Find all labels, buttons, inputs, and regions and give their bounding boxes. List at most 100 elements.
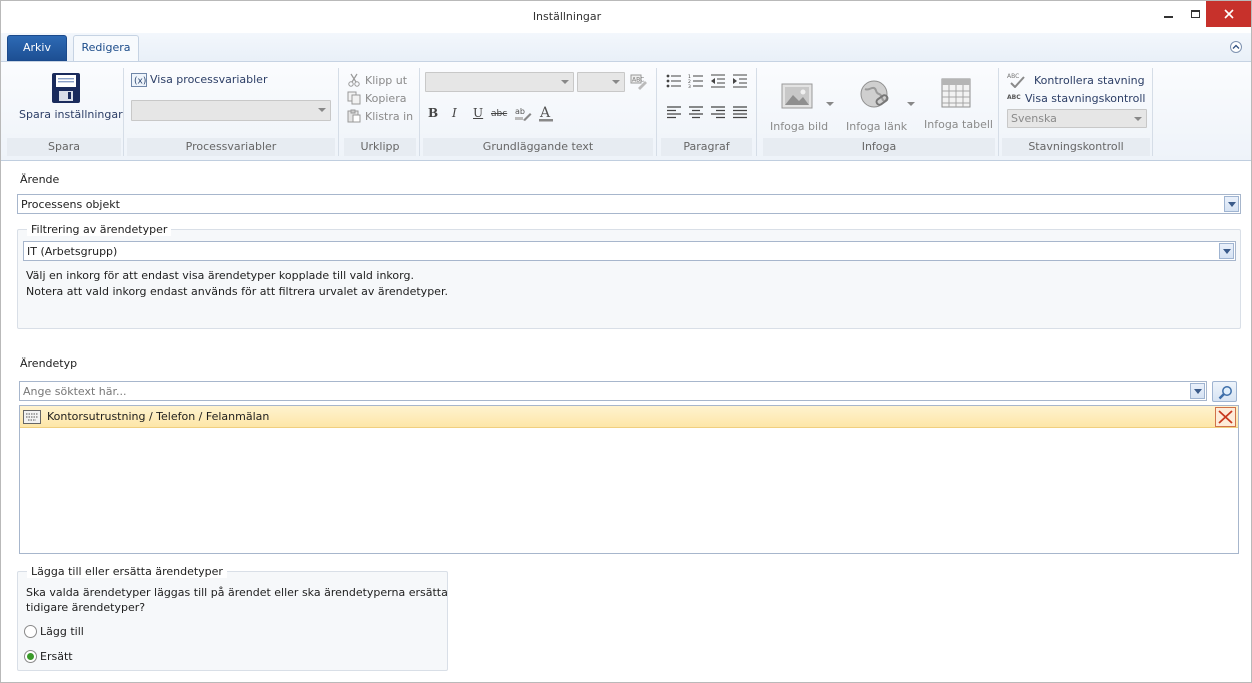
ribbon-tabs: Arkiv Redigera — [1, 33, 1251, 61]
insert-image-dropdown-icon[interactable] — [826, 102, 834, 106]
group-label-text: Grundläggande text — [423, 138, 653, 156]
align-center-icon[interactable] — [688, 106, 704, 120]
italic-icon[interactable]: I — [452, 106, 457, 120]
table-icon — [941, 78, 971, 108]
group-label-infoga: Infoga — [763, 138, 995, 156]
insert-link-button[interactable]: Infoga länk — [843, 74, 913, 134]
inkorg-select[interactable]: IT (Arbetsgrupp) — [23, 241, 1236, 261]
cut-label: Klipp ut — [365, 74, 408, 87]
minimize-icon — [1163, 16, 1173, 18]
filtrering-info-line-2: Notera att vald inkorg endast används fö… — [26, 285, 448, 298]
chevron-up-icon — [1230, 41, 1242, 53]
list-item-text: Kontorsutrustning / Telefon / Felanmälan — [47, 410, 270, 423]
arendetyp-label: Ärendetyp — [20, 357, 78, 370]
svg-text:(x): (x) — [134, 77, 146, 87]
group-label-stavning: Stavningskontroll — [1002, 138, 1150, 156]
show-process-variables-label: Visa processvariabler — [150, 73, 268, 86]
ribbon: Spara inställningar Spara (x) Visa proce… — [1, 61, 1251, 161]
copy-label: Kopiera — [365, 92, 407, 105]
maximize-icon — [1190, 10, 1200, 18]
font-color-icon[interactable]: A — [538, 104, 554, 122]
insert-table-button[interactable]: Infoga tabell — [921, 74, 993, 134]
radio-ersatt[interactable]: Ersätt — [24, 650, 124, 664]
numbered-list-icon[interactable]: 123 — [688, 74, 704, 88]
arendetyp-search-input[interactable]: Ange söktext här... — [19, 381, 1207, 401]
align-justify-icon[interactable] — [732, 106, 748, 120]
highlight-icon[interactable]: ab — [514, 105, 532, 121]
lagga-legend: Lägga till eller ersätta ärendetyper — [27, 565, 227, 578]
insert-image-label: Infoga bild — [770, 120, 829, 133]
arendetyp-search-placeholder: Ange söktext här... — [23, 385, 127, 398]
arende-select[interactable]: Processens objekt — [17, 194, 1241, 214]
chevron-down-icon[interactable] — [1190, 383, 1205, 399]
chevron-down-icon[interactable] — [1224, 196, 1239, 212]
remove-x-icon — [1218, 410, 1233, 424]
radio-lagg-till[interactable]: Lägg till — [24, 625, 124, 639]
window-title: Inställningar — [532, 10, 602, 23]
settings-window: Inställningar Arkiv Redigera Spara instä… — [0, 0, 1252, 683]
paste-label: Klistra in — [365, 110, 414, 123]
chevron-down-icon — [1134, 117, 1142, 121]
clear-format-icon[interactable]: ABC — [630, 74, 648, 90]
group-separator — [123, 68, 124, 156]
tab-redigera[interactable]: Redigera — [73, 35, 139, 61]
clipboard-icon — [347, 109, 361, 123]
svg-text:ABC: ABC — [1007, 94, 1021, 101]
insert-link-label: Infoga länk — [846, 120, 908, 133]
copy-icon — [347, 91, 361, 105]
keyboard-icon — [23, 410, 41, 424]
show-spellcheck-label: Visa stavningskontroll — [1025, 92, 1146, 105]
save-settings-button[interactable]: Spara inställningar — [13, 70, 123, 136]
svg-text:3: 3 — [688, 84, 691, 88]
group-separator — [656, 68, 657, 156]
svg-text:ab: ab — [515, 107, 525, 116]
font-family-select[interactable] — [425, 72, 574, 92]
arendetyp-list: Kontorsutrustning / Telefon / Felanmälan — [19, 405, 1239, 554]
svg-text:ABC: ABC — [632, 77, 644, 84]
save-settings-label: Spara inställningar — [19, 108, 123, 121]
search-icon — [1218, 386, 1232, 400]
svg-text:ABC: ABC — [1007, 73, 1019, 80]
ribbon-collapse-button[interactable] — [1229, 41, 1243, 53]
show-process-variables-toggle[interactable]: (x) Visa processvariabler — [131, 72, 271, 88]
bullet-list-icon[interactable] — [666, 74, 682, 88]
font-size-select[interactable] — [577, 72, 625, 92]
radio-ersatt-label: Ersätt — [40, 650, 73, 663]
decrease-indent-icon[interactable] — [710, 74, 726, 88]
close-button[interactable] — [1206, 1, 1251, 27]
list-item[interactable]: Kontorsutrustning / Telefon / Felanmälan — [20, 406, 1238, 428]
underline-icon[interactable]: U — [473, 106, 483, 120]
align-left-icon[interactable] — [666, 106, 682, 120]
chevron-down-icon[interactable] — [1219, 243, 1234, 259]
group-label-urklipp: Urklipp — [344, 138, 416, 156]
tab-arkiv[interactable]: Arkiv — [7, 35, 67, 61]
bold-icon[interactable]: B — [428, 106, 438, 120]
show-spellcheck-toggle[interactable]: ABC Visa stavningskontroll — [1007, 90, 1147, 106]
globe-link-icon — [860, 80, 889, 108]
radio-ersatt-circle — [24, 650, 37, 663]
check-spelling-button[interactable]: ABC Kontrollera stavning — [1007, 72, 1147, 88]
chevron-down-icon — [561, 80, 569, 84]
close-icon — [1223, 9, 1234, 19]
process-variables-select[interactable] — [131, 100, 331, 121]
title-bar: Inställningar — [1, 1, 1251, 33]
radio-lagg-till-circle — [24, 625, 37, 638]
lagga-question-line-2: tidigare ärendetyper? — [26, 601, 146, 614]
insert-image-button[interactable]: Infoga bild — [765, 74, 835, 134]
svg-text:A: A — [539, 105, 551, 121]
floppy-disk-icon — [52, 73, 80, 103]
remove-item-button[interactable] — [1215, 407, 1236, 427]
group-separator — [1152, 68, 1153, 156]
spellcheck-language-select[interactable]: Svenska — [1007, 109, 1147, 128]
group-label-paragraf: Paragraf — [661, 138, 752, 156]
strikethrough-icon[interactable]: abc — [491, 109, 507, 119]
spellcheck-language-value: Svenska — [1011, 112, 1057, 125]
search-button[interactable] — [1212, 381, 1237, 402]
radio-lagg-till-label: Lägg till — [40, 625, 84, 638]
increase-indent-icon[interactable] — [732, 74, 748, 88]
insert-link-dropdown-icon[interactable] — [907, 102, 915, 106]
align-right-icon[interactable] — [710, 106, 726, 120]
group-separator — [419, 68, 420, 156]
group-separator — [998, 68, 999, 156]
variable-icon: (x) — [131, 73, 147, 87]
